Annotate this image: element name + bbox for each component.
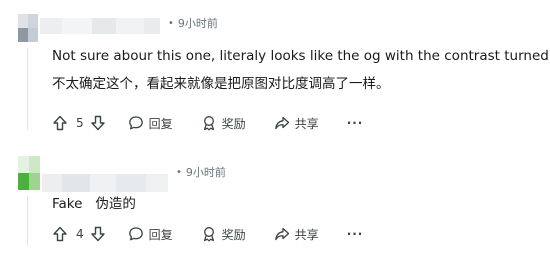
downvote-button[interactable] — [90, 226, 106, 242]
upvote-button[interactable] — [52, 115, 68, 131]
reply-label: 回复 — [148, 227, 173, 242]
separator-dot: • — [168, 17, 174, 29]
comment-time: 9小时前 — [177, 17, 218, 30]
comment-2: • 9小时前 Fake 伪造的 4 回复 奖励 共享 ··· — [0, 140, 550, 258]
vote-count: 5 — [76, 116, 84, 130]
award-button[interactable]: 奖励 — [201, 226, 246, 243]
avatar[interactable] — [18, 156, 40, 190]
downvote-arrow-icon — [90, 115, 105, 131]
comment-text-line: Fake 伪造的 — [52, 196, 136, 212]
comment-text-line: 不太确定这个，看起来就像是把原图对比度调高了一样。 — [52, 76, 390, 92]
thread-line — [27, 196, 28, 246]
share-button[interactable]: 共享 — [274, 115, 319, 132]
comment-actions: 4 回复 奖励 共享 ··· — [52, 223, 363, 245]
thread-line — [27, 48, 28, 130]
downvote-arrow-icon — [90, 226, 105, 242]
separator-dot: • — [176, 166, 182, 178]
award-label: 奖励 — [221, 227, 246, 242]
more-options-button[interactable]: ··· — [347, 116, 364, 130]
username-redacted[interactable] — [40, 18, 160, 34]
speech-bubble-icon — [128, 116, 143, 130]
avatar[interactable] — [18, 14, 38, 42]
share-button[interactable]: 共享 — [274, 226, 319, 243]
award-label: 奖励 — [221, 116, 246, 131]
award-medal-icon — [203, 116, 214, 131]
downvote-button[interactable] — [90, 115, 106, 131]
award-medal-icon — [203, 227, 214, 242]
share-label: 共享 — [294, 116, 319, 131]
speech-bubble-icon — [128, 227, 143, 241]
award-button[interactable]: 奖励 — [201, 115, 246, 132]
username-redacted[interactable] — [42, 174, 168, 192]
share-label: 共享 — [294, 227, 319, 242]
reply-button[interactable]: 回复 — [128, 226, 173, 243]
reply-label: 回复 — [148, 116, 173, 131]
reply-button[interactable]: 回复 — [128, 115, 173, 132]
upvote-button[interactable] — [52, 226, 68, 242]
vote-count: 4 — [76, 227, 84, 241]
comment-meta: • 9小时前 — [176, 164, 226, 180]
comment-meta: • 9小时前 — [168, 15, 218, 31]
comment-actions: 5 回复 奖励 共享 ··· — [52, 112, 363, 134]
share-arrow-icon — [274, 227, 289, 241]
upvote-arrow-icon — [53, 115, 67, 131]
comment-time: 9小时前 — [185, 166, 226, 179]
comment-text-line: Not sure abour this one, literaly looks … — [52, 48, 550, 64]
comment-1: • 9小时前 Not sure abour this one, literaly… — [0, 0, 550, 140]
more-options-button[interactable]: ··· — [347, 227, 364, 241]
share-arrow-icon — [274, 116, 289, 130]
upvote-arrow-icon — [53, 226, 67, 242]
